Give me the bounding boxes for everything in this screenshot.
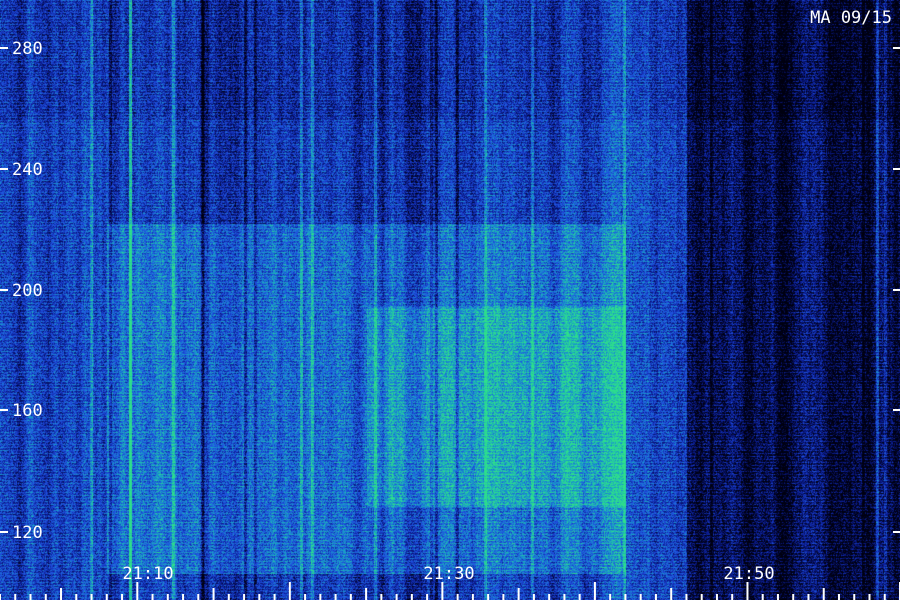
y-tick-label: 240 [12,160,43,180]
y-axis: 280 240 200 160 120 [0,39,900,543]
chart-title: MA 09/15 [810,8,892,28]
x-axis: 21:10 21:30 21:50 [0,564,900,600]
x-tick-label: 21:30 [423,564,474,584]
y-tick-label: 120 [12,523,43,543]
y-tick-label: 200 [12,281,43,301]
y-tick-label: 160 [12,401,43,421]
x-tick-label: 21:10 [122,564,173,584]
x-tick-label: 21:50 [723,564,774,584]
chart-overlay: MA 09/15 280 240 200 160 120 21:10 21:30… [0,8,900,600]
y-tick-label: 280 [12,39,43,59]
